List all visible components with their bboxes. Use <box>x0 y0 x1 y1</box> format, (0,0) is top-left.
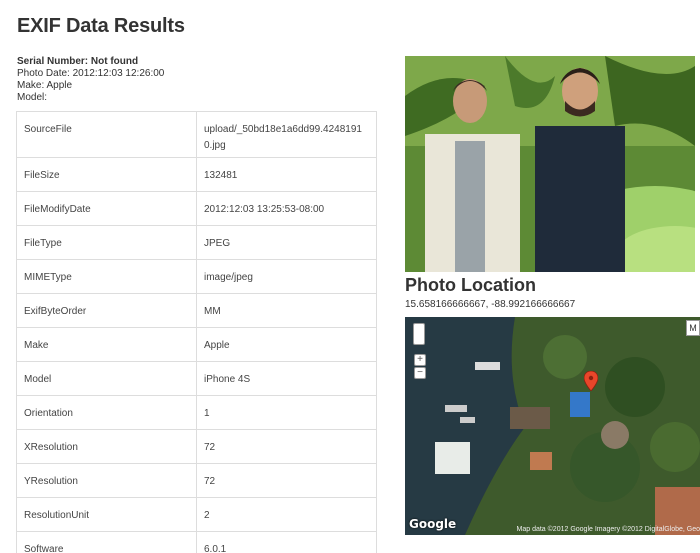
location-coordinates: 15.658166666667, -88.992166666667 <box>405 299 576 310</box>
exif-key: SourceFile <box>16 111 197 158</box>
exif-value: 2012:12:03 13:25:53-08:00 <box>196 191 377 226</box>
zoom-out-button[interactable]: − <box>414 367 426 379</box>
table-row: XResolution 72 <box>16 429 377 464</box>
table-row: Model iPhone 4S <box>16 361 377 396</box>
map-type-button[interactable]: M <box>686 320 700 336</box>
photo-image <box>405 56 695 272</box>
uploaded-photo <box>405 56 695 272</box>
location-title: Photo Location <box>405 275 536 295</box>
exif-value: Apple <box>196 327 377 362</box>
table-row: YResolution 72 <box>16 463 377 498</box>
table-row: Software 6.0.1 <box>16 531 377 553</box>
exif-key: Make <box>16 327 197 362</box>
exif-key: ResolutionUnit <box>16 497 197 532</box>
exif-value: 72 <box>196 463 377 498</box>
table-row: ExifByteOrder MM <box>16 293 377 328</box>
exif-value: upload/_50bd18e1a6dd99.42481910.jpg <box>196 111 377 158</box>
zoom-in-button[interactable]: + <box>414 354 426 366</box>
exif-table: SourceFile upload/_50bd18e1a6dd99.4248191… <box>16 111 377 553</box>
exif-key: FileSize <box>16 157 197 192</box>
location-map[interactable]: + − M Google Map data ©2012 Google Image… <box>405 317 700 535</box>
location-marker-icon[interactable] <box>584 371 598 391</box>
exif-key: FileType <box>16 225 197 260</box>
exif-key: ExifByteOrder <box>16 293 197 328</box>
table-row: MIMEType image/jpeg <box>16 259 377 294</box>
exif-value: 2 <box>196 497 377 532</box>
satellite-imagery <box>405 317 700 535</box>
map-pan-control[interactable] <box>413 323 425 345</box>
make-info: Make: Apple <box>17 80 73 91</box>
exif-key: Orientation <box>16 395 197 430</box>
map-attribution: Map data ©2012 Google Imagery ©2012 Digi… <box>516 526 700 533</box>
table-row: Make Apple <box>16 327 377 362</box>
table-row: FileType JPEG <box>16 225 377 260</box>
exif-value: 132481 <box>196 157 377 192</box>
exif-value: iPhone 4S <box>196 361 377 396</box>
exif-key: MIMEType <box>16 259 197 294</box>
exif-value: JPEG <box>196 225 377 260</box>
exif-value: 6.0.1 <box>196 531 377 553</box>
exif-value: 72 <box>196 429 377 464</box>
table-row: Orientation 1 <box>16 395 377 430</box>
page-title: EXIF Data Results <box>17 15 185 37</box>
exif-value: image/jpeg <box>196 259 377 294</box>
exif-key: YResolution <box>16 463 197 498</box>
exif-value: 1 <box>196 395 377 430</box>
table-row: FileModifyDate 2012:12:03 13:25:53-08:00 <box>16 191 377 226</box>
exif-key: Model <box>16 361 197 396</box>
table-row: FileSize 132481 <box>16 157 377 192</box>
serial-number: Serial Number: Not found <box>17 56 139 67</box>
photo-meta: Serial Number: Not found Photo Date: 201… <box>17 56 164 104</box>
exif-key: Software <box>16 531 197 553</box>
exif-key: XResolution <box>16 429 197 464</box>
google-logo[interactable]: Google <box>409 517 456 531</box>
exif-key: FileModifyDate <box>16 191 197 226</box>
exif-value: MM <box>196 293 377 328</box>
table-row: ResolutionUnit 2 <box>16 497 377 532</box>
model-info: Model: <box>17 92 48 103</box>
photo-date: Photo Date: 2012:12:03 12:26:00 <box>17 68 165 79</box>
table-row: SourceFile upload/_50bd18e1a6dd99.4248191… <box>16 111 377 158</box>
